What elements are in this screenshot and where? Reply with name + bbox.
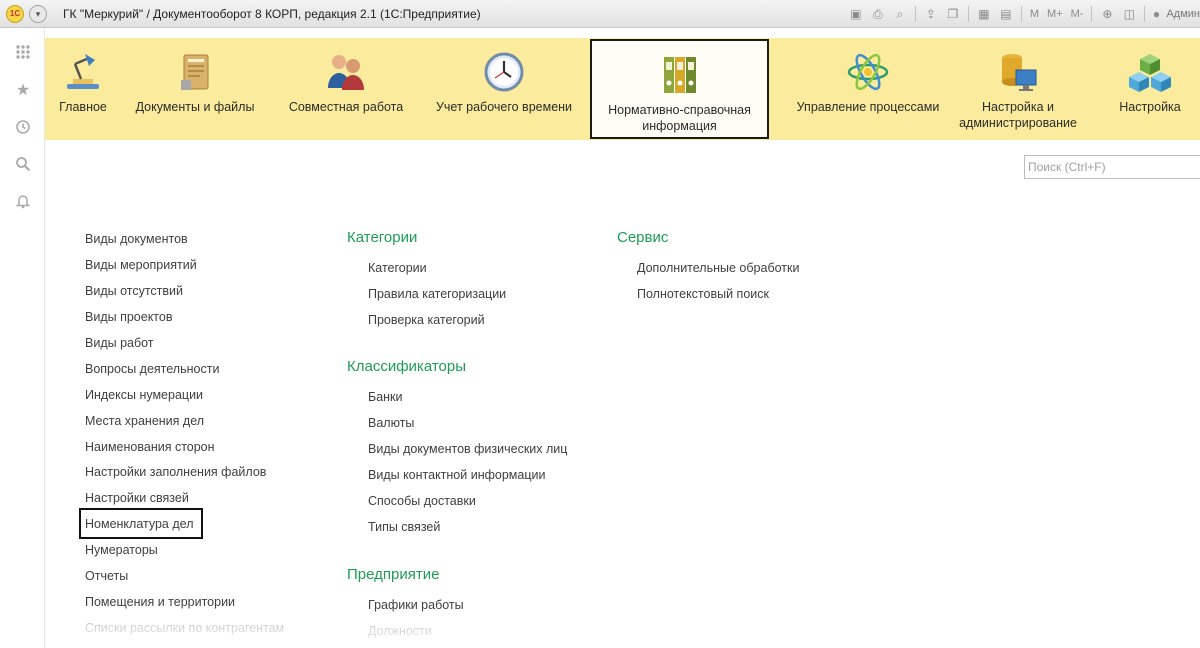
group-title: Предприятие [347, 566, 440, 583]
binders-icon [658, 53, 702, 97]
user-name[interactable]: Админ [1164, 8, 1200, 20]
atom-icon [846, 50, 890, 94]
nav-link[interactable]: Помещения и территории [85, 595, 235, 609]
user-icon: ● [1152, 7, 1161, 21]
nav-link[interactable]: Списки рассылки по контрагентам [85, 621, 284, 635]
section-label: Совместная работа [288, 100, 404, 114]
section-time-tracking[interactable]: Учет рабочего времени [428, 38, 580, 140]
nav-link[interactable]: Виды документов физических лиц [368, 442, 567, 456]
section-label: Нормативно-справочная информация [608, 103, 751, 133]
nav-link[interactable]: Банки [368, 390, 403, 404]
main-menu-button[interactable]: ▾ [29, 5, 47, 23]
desk-lamp-icon [61, 50, 105, 94]
section-main[interactable]: Главное [45, 38, 121, 140]
group-title: Категории [347, 229, 418, 246]
toolbar-divider [1091, 6, 1093, 22]
section-administration[interactable]: Настройка и администрирование [953, 38, 1083, 140]
toolbar-divider [914, 6, 916, 22]
nav-link[interactable]: Настройки связей [85, 491, 189, 505]
preview-icon[interactable]: ⌕ [890, 5, 910, 23]
clock-icon [482, 50, 526, 94]
nav-link[interactable]: Виды документов [85, 232, 188, 246]
section-label: Главное [59, 100, 107, 114]
group-title: Классификаторы [347, 358, 467, 375]
memory-minus-button[interactable]: M- [1068, 5, 1087, 23]
nav-link[interactable]: Дополнительные обработки [637, 261, 799, 275]
nav-link[interactable]: Виды контактной информации [368, 468, 545, 482]
print-icon[interactable]: ⎙ [868, 5, 888, 23]
nav-link[interactable]: Индексы нумерации [85, 388, 203, 402]
section-label: Управление процессами [796, 100, 940, 114]
nav-link[interactable]: Валюты [368, 416, 414, 430]
nav-link[interactable]: Виды работ [85, 336, 154, 350]
bell-icon[interactable] [13, 191, 33, 211]
apps-grid-icon[interactable] [13, 42, 33, 62]
zoom-icon[interactable]: ⊕ [1097, 5, 1117, 23]
window-layout-icon[interactable]: ◫ [1119, 5, 1139, 23]
nav-link[interactable]: Нумераторы [85, 543, 158, 557]
calculator-icon[interactable]: ▤ [996, 5, 1016, 23]
nav-link[interactable]: Настройки заполнения файлов [85, 465, 266, 479]
database-computer-icon [996, 50, 1040, 94]
memory-plus-button[interactable]: M+ [1044, 5, 1066, 23]
group-title: Сервис [617, 229, 669, 246]
nav-link[interactable]: Наименования сторон [85, 440, 215, 454]
nav-link[interactable]: Графики работы [368, 598, 464, 612]
nav-link[interactable]: Виды мероприятий [85, 258, 197, 272]
favorites-star-icon[interactable]: ★ [13, 80, 33, 100]
nav-link[interactable]: Способы доставки [368, 494, 476, 508]
nav-link[interactable]: Виды проектов [85, 310, 172, 324]
search-icon[interactable] [13, 154, 33, 174]
history-icon[interactable] [13, 117, 33, 137]
nav-link[interactable]: Категории [368, 261, 427, 275]
upload-icon[interactable]: ⇪ [921, 5, 941, 23]
copy-icon[interactable]: ❐ [943, 5, 963, 23]
titlebar-toolbar: ▣ ⎙ ⌕ ⇪ ❐ ▦ ▤ M M+ M- ⊕ ◫ ● Админ [846, 4, 1200, 24]
sections-panel: Главное Документы и файлы Совместная раб… [45, 38, 1200, 140]
section-reference-info[interactable]: Нормативно-справочная информация [590, 39, 769, 139]
save-icon[interactable]: ▣ [846, 5, 866, 23]
section-settings[interactable]: Настройка [1100, 38, 1200, 140]
window-title: ГК "Меркурий" / Документооборот 8 КОРП, … [63, 7, 481, 21]
nav-link[interactable]: Должности [368, 624, 432, 638]
section-label: Учет рабочего времени [435, 100, 573, 114]
section-collaboration[interactable]: Совместная работа [281, 38, 411, 140]
section-label: Документы и файлы [135, 100, 255, 114]
nav-link-highlighted[interactable]: Номенклатура дел [85, 517, 193, 531]
app-logo-icon[interactable]: 1С [6, 5, 24, 23]
search-input[interactable]: Поиск (Ctrl+F) [1024, 155, 1200, 179]
nav-link[interactable]: Правила категоризации [368, 287, 506, 301]
toolbar-divider [1020, 6, 1022, 22]
title-bar: 1С ▾ ГК "Меркурий" / Документооборот 8 К… [0, 0, 1200, 28]
section-label: Настройка и администрирование [959, 100, 1077, 130]
nav-link[interactable]: Вопросы деятельности [85, 362, 219, 376]
side-panel: ★ [0, 28, 45, 648]
nav-link[interactable]: Отчеты [85, 569, 128, 583]
folder-icon [173, 50, 217, 94]
section-process-management[interactable]: Управление процессами [778, 38, 958, 140]
toolbar-divider [1144, 6, 1146, 22]
nav-link[interactable]: Виды отсутствий [85, 284, 183, 298]
nav-link[interactable]: Полнотекстовый поиск [637, 287, 769, 301]
people-icon [324, 50, 368, 94]
nav-link[interactable]: Места хранения дел [85, 414, 204, 428]
calendar-icon[interactable]: ▦ [974, 5, 994, 23]
nav-link[interactable]: Проверка категорий [368, 313, 485, 327]
section-label: Настройка [1119, 100, 1181, 114]
section-documents[interactable]: Документы и файлы [123, 38, 267, 140]
toolbar-divider [967, 6, 969, 22]
cubes-icon [1128, 50, 1172, 94]
nav-link[interactable]: Типы связей [368, 520, 440, 534]
memory-button[interactable]: M [1027, 5, 1042, 23]
